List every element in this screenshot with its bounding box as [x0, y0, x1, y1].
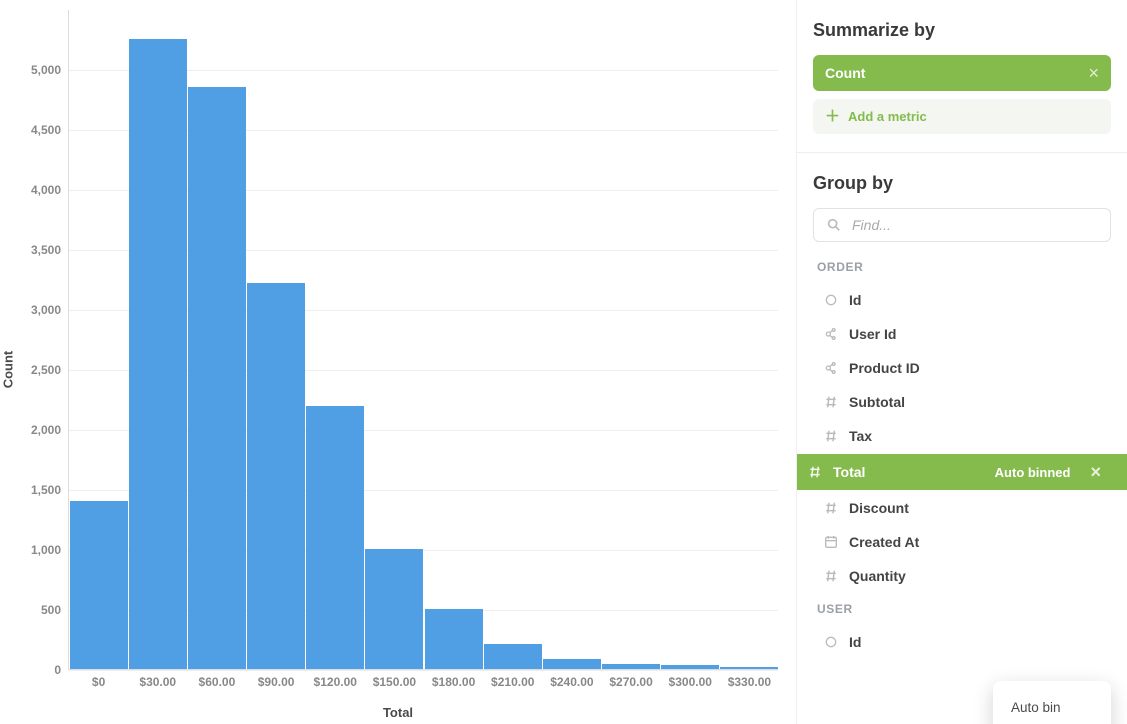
dropdown-item[interactable]: Auto bin — [993, 691, 1111, 724]
add-metric-label: Add a metric — [848, 109, 927, 124]
x-tick: $30.00 — [139, 669, 176, 689]
field-label: Tax — [849, 428, 1101, 444]
field-row-created-at[interactable]: Created At — [813, 526, 1111, 558]
search-box[interactable] — [813, 208, 1111, 242]
close-icon[interactable]: × — [1090, 465, 1101, 479]
field-row-total[interactable]: Total Auto binned × — [797, 454, 1127, 490]
field-row-subtotal[interactable]: Subtotal — [813, 386, 1111, 418]
field-row-tax[interactable]: Tax — [813, 420, 1111, 452]
x-tick: $330.00 — [728, 669, 771, 689]
x-tick: $240.00 — [550, 669, 593, 689]
search-icon — [826, 217, 842, 233]
num-icon — [823, 394, 839, 410]
bar[interactable] — [484, 644, 542, 669]
x-axis-label: Total — [383, 705, 413, 720]
x-tick: $150.00 — [373, 669, 416, 689]
bin-dropdown: Auto bin10 bins50 bins100 binsDon't bin — [993, 681, 1111, 724]
cal-icon — [823, 534, 839, 550]
y-tick: 4,500 — [31, 123, 69, 137]
chart-plot[interactable]: 05001,0001,5002,0002,5003,0003,5004,0004… — [68, 10, 778, 670]
close-icon[interactable]: × — [1088, 66, 1099, 80]
field-label: Discount — [849, 500, 1101, 516]
num-icon — [823, 500, 839, 516]
bar[interactable] — [425, 609, 483, 669]
plus-icon: ＋ — [825, 110, 840, 124]
groupby-section: Group by ORDER Id User Id Product ID Subtota… — [797, 153, 1127, 720]
field-label: Id — [849, 292, 1101, 308]
num-icon — [807, 464, 823, 480]
x-tick: $180.00 — [432, 669, 475, 689]
fk-icon — [823, 326, 839, 342]
num-icon — [823, 428, 839, 444]
field-meta[interactable]: Auto binned — [995, 465, 1071, 480]
y-axis-label: Count — [1, 351, 16, 389]
field-row-id[interactable]: Id — [813, 284, 1111, 316]
groupby-title: Group by — [813, 173, 1111, 194]
bar[interactable] — [543, 659, 601, 669]
field-label: Total — [833, 464, 985, 480]
field-label: Id — [849, 634, 1101, 650]
y-tick: 2,000 — [31, 423, 69, 437]
bar[interactable] — [247, 283, 305, 669]
x-tick: $60.00 — [199, 669, 236, 689]
add-metric-button[interactable]: ＋ Add a metric — [813, 99, 1111, 134]
pk-icon — [823, 292, 839, 308]
field-row-user-id[interactable]: User Id — [813, 318, 1111, 350]
y-tick: 3,000 — [31, 303, 69, 317]
bar[interactable] — [129, 39, 187, 669]
field-row-quantity[interactable]: Quantity — [813, 560, 1111, 592]
field-row-id[interactable]: Id — [813, 626, 1111, 658]
bar[interactable] — [188, 87, 246, 669]
category-label: USER — [817, 602, 1111, 616]
category-label: ORDER — [817, 260, 1111, 274]
x-tick: $270.00 — [609, 669, 652, 689]
bar[interactable] — [306, 406, 364, 669]
pk-icon — [823, 634, 839, 650]
y-tick: 500 — [41, 603, 69, 617]
summarize-title: Summarize by — [813, 20, 1111, 41]
x-tick: $300.00 — [669, 669, 712, 689]
sidebar: Summarize by Count × ＋ Add a metric Grou… — [796, 0, 1127, 724]
field-row-product-id[interactable]: Product ID — [813, 352, 1111, 384]
y-tick: 1,000 — [31, 543, 69, 557]
x-tick: $90.00 — [258, 669, 295, 689]
y-tick: 3,500 — [31, 243, 69, 257]
num-icon — [823, 568, 839, 584]
y-tick: 4,000 — [31, 183, 69, 197]
field-label: Subtotal — [849, 394, 1101, 410]
y-tick: 0 — [54, 663, 69, 677]
x-tick: $120.00 — [314, 669, 357, 689]
x-tick: $210.00 — [491, 669, 534, 689]
bar[interactable] — [365, 549, 423, 669]
fk-icon — [823, 360, 839, 376]
metric-label: Count — [825, 65, 865, 81]
field-label: Product ID — [849, 360, 1101, 376]
x-tick: $0 — [92, 669, 105, 689]
field-row-discount[interactable]: Discount — [813, 492, 1111, 524]
field-label: Quantity — [849, 568, 1101, 584]
y-tick: 2,500 — [31, 363, 69, 377]
metric-pill[interactable]: Count × — [813, 55, 1111, 91]
y-tick: 1,500 — [31, 483, 69, 497]
y-tick: 5,000 — [31, 63, 69, 77]
chart-area: Count Total 05001,0001,5002,0002,5003,00… — [0, 0, 796, 724]
search-input[interactable] — [852, 217, 1098, 233]
field-label: Created At — [849, 534, 1101, 550]
summarize-section: Summarize by Count × ＋ Add a metric — [797, 0, 1127, 153]
bar[interactable] — [70, 501, 128, 669]
field-label: User Id — [849, 326, 1101, 342]
